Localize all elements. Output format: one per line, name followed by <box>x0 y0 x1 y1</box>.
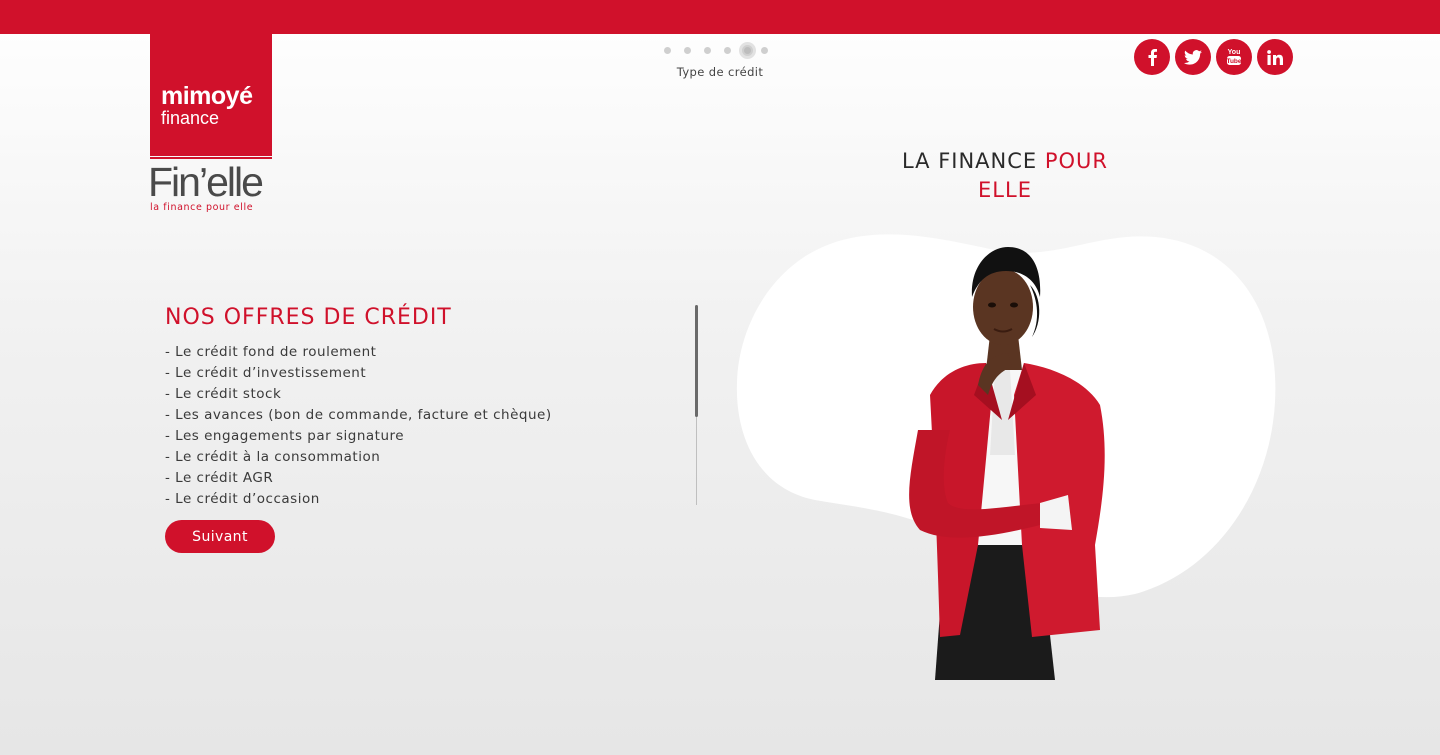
list-item: - Le crédit fond de roulement <box>165 344 377 360</box>
list-item: - Le crédit d’occasion <box>165 491 320 507</box>
offers-title: NOS OFFRES DE CRÉDIT <box>165 305 452 330</box>
list-item: - Les engagements par signature <box>165 428 405 444</box>
list-item: - Les avances (bon de commande, facture … <box>165 407 552 423</box>
svg-text:Tube: Tube <box>1226 58 1241 65</box>
logo-brand-text: mimoyé <box>161 82 253 110</box>
svg-text:You: You <box>1228 49 1241 56</box>
step-dot-5-active[interactable] <box>739 42 756 59</box>
offers-list: - Le crédit fond de roulement - Le crédi… <box>165 342 552 510</box>
step-dot-3[interactable] <box>704 47 711 54</box>
mimoye-logo[interactable]: mimoyé finance <box>150 34 272 156</box>
headline-part-1: LA FINANCE <box>901 149 1045 173</box>
twitter-icon[interactable] <box>1175 39 1211 75</box>
social-links: You Tube <box>1134 39 1293 75</box>
logo-sub-text: finance <box>161 108 220 128</box>
step-indicator <box>664 42 781 59</box>
headline-part-3: ELLE <box>978 178 1032 202</box>
headline-part-2: POUR <box>1044 149 1109 173</box>
finelle-logo: Fin’elle <box>148 159 264 205</box>
step-dot-6[interactable] <box>761 47 768 54</box>
list-item: - Le crédit d’investissement <box>165 365 367 381</box>
scrollbar-thumb[interactable] <box>695 305 698 417</box>
hero-woman-image <box>909 247 1105 680</box>
step-dot-2[interactable] <box>684 47 691 54</box>
youtube-icon[interactable]: You Tube <box>1216 39 1252 75</box>
list-item: - Le crédit stock <box>165 386 282 402</box>
linkedin-icon[interactable] <box>1257 39 1293 75</box>
top-bar <box>0 0 1440 34</box>
list-item: - Le crédit AGR <box>165 470 274 486</box>
hero-headline: LA FINANCE POUR ELLE <box>880 147 1130 205</box>
step-label: Type de crédit <box>676 65 764 79</box>
logo-tagline: la finance pour elle <box>150 202 254 213</box>
facebook-icon[interactable] <box>1134 39 1170 75</box>
list-item: - Le crédit à la consommation <box>165 449 381 465</box>
step-dot-1[interactable] <box>664 47 671 54</box>
step-dot-4[interactable] <box>724 47 731 54</box>
next-button[interactable]: Suivant <box>165 520 275 553</box>
